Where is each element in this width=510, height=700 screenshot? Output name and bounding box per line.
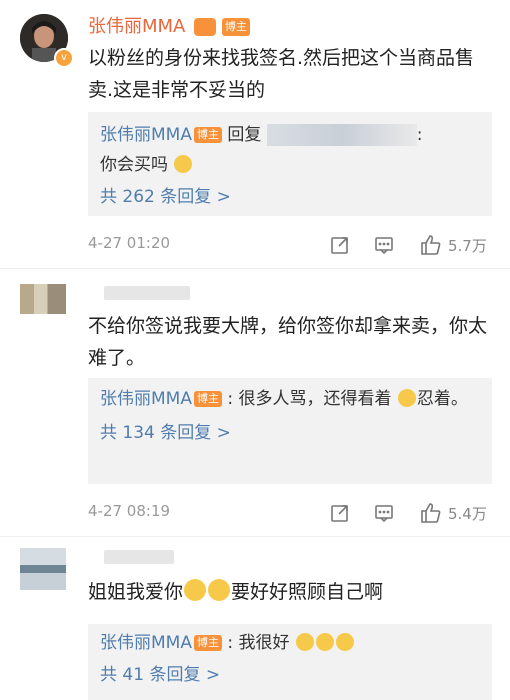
emoji-icon [397,389,416,407]
reply-text: : 很多人骂，还得看着 [227,389,392,409]
comment-author[interactable]: 张伟丽MMA 博主 [88,12,250,38]
comment-icon [375,237,393,255]
comment-text: 以粉丝的身份来找我签名.然后把这个当商品售卖.这是非常不妥当的 [88,47,475,101]
reply-box[interactable]: 张伟丽MMA 博主 : 我很好 共 41 条回复 > [88,624,492,700]
avatar[interactable] [20,548,66,590]
reply-author[interactable]: 张伟丽MMA [100,125,192,145]
vip-badge [194,18,217,36]
reply-text: : 我很好 [227,633,290,653]
comment-button[interactable] [374,232,394,258]
like-icon [421,503,441,523]
comment-meta: 4-27 01:20 5.7万 [88,234,498,260]
blogger-badge: 博主 [193,127,222,143]
timestamp: 4-27 08:19 [88,502,171,520]
comment-text: 姐姐我爱你 要好好照顾自己啊 [88,579,384,603]
reply-prefix: 回复 [227,125,262,145]
emoji-icon [295,633,314,651]
comment-item: 姐姐我爱你 要好好照顾自己啊 张伟丽MMA 博主 : 我很好 共 41 条回复 > [0,540,510,700]
more-replies-link[interactable]: 共 134 条回复 > [88,416,492,450]
blogger-badge: 博主 [221,18,250,36]
timestamp: 4-27 01:20 [88,234,171,252]
reply-text-end: 忍着。 [416,389,468,409]
like-count: 5.7万 [448,236,487,255]
reply-box[interactable]: 张伟丽MMA 博主 回复 : 你会买吗 共 262 条回复 > [88,112,492,216]
reply-text: 你会买吗 [100,155,168,175]
comment-button[interactable] [374,500,394,526]
share-button[interactable] [330,232,350,258]
comment-item: 不给你签说我要大牌，给你签你却拿来卖，你太难了。 张伟丽MMA 博主 : 很多人骂… [0,272,510,537]
comment-icon [375,505,393,523]
emoji-icon [315,633,334,651]
emoji-icon [208,579,231,601]
like-button[interactable]: 5.7万 [420,232,487,258]
blogger-badge: 博主 [193,391,222,407]
share-icon [331,505,348,522]
divider [0,536,510,537]
divider [0,268,510,269]
reply-author[interactable]: 张伟丽MMA [100,389,192,409]
share-icon [331,237,348,254]
blurred-username [104,286,190,300]
reply-box[interactable]: 张伟丽MMA 博主 : 很多人骂，还得看着 忍着。 共 134 条回复 > [88,378,492,484]
more-replies-link[interactable]: 共 41 条回复 > [88,658,492,692]
like-count: 5.4万 [448,504,487,523]
blurred-username [266,124,417,146]
like-icon [421,235,441,255]
emoji-icon [335,633,354,651]
emoji-icon [174,155,193,173]
avatar[interactable] [20,284,66,314]
verified-icon: v [54,48,74,68]
blurred-username [104,550,174,564]
emoji-icon [184,579,207,601]
comment-item: v 张伟丽MMA 博主 以粉丝的身份来找我签名.然后把这个当商品售卖.这是非常不… [0,0,510,269]
comment-meta: 4-27 08:19 5.4万 [88,502,498,528]
more-replies-link[interactable]: 共 262 条回复 > [88,180,492,214]
like-button[interactable]: 5.4万 [420,500,487,526]
blogger-badge: 博主 [193,635,222,651]
comment-text: 不给你签说我要大牌，给你签你却拿来卖，你太难了。 [88,315,488,369]
share-button[interactable] [330,500,350,526]
author-name[interactable]: 张伟丽MMA [88,16,185,37]
reply-author[interactable]: 张伟丽MMA [100,633,192,653]
